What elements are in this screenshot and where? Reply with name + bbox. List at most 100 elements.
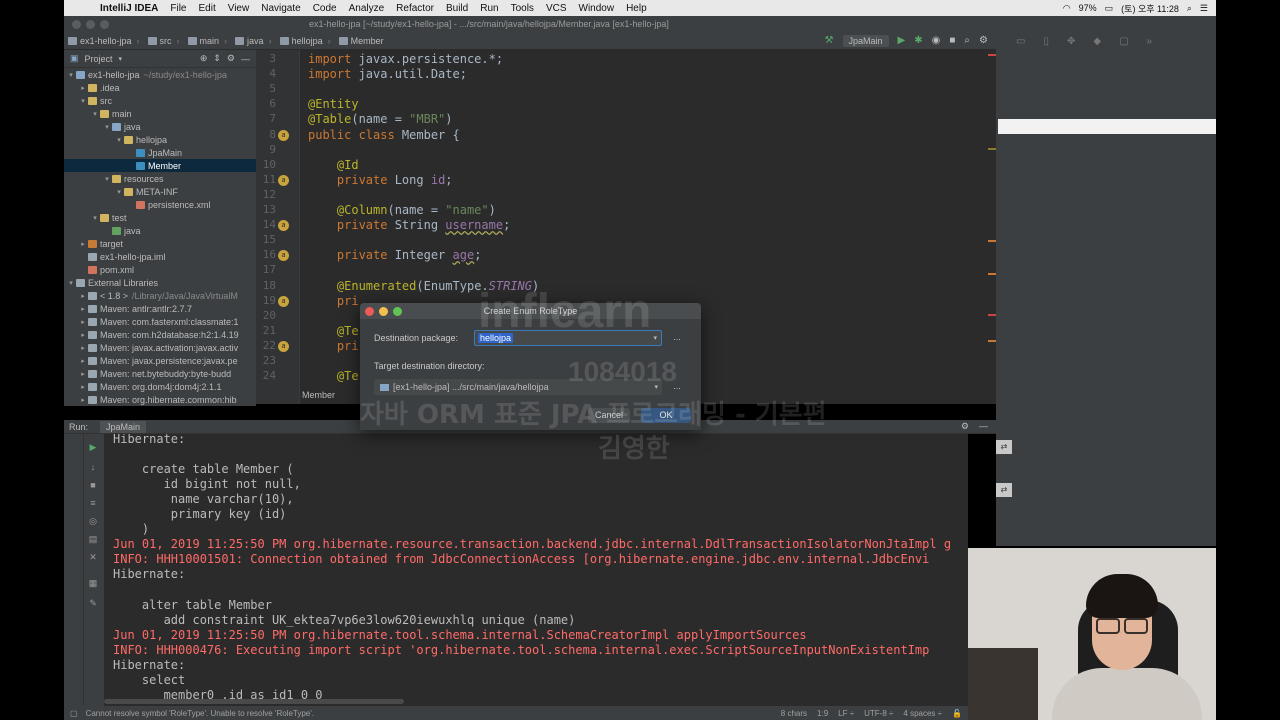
tree-item[interactable]: ex1-hello-jpa.iml — [64, 250, 256, 263]
code-line[interactable]: import java.util.Date; — [308, 67, 467, 81]
console-horizontal-scrollbar[interactable] — [104, 699, 404, 704]
breadcrumb-java[interactable]: java › — [231, 36, 276, 46]
chevron-down-icon[interactable]: ▾ — [654, 383, 662, 391]
editor-breadcrumb-class[interactable]: Member — [296, 390, 341, 404]
caret-position[interactable]: 1:9 — [817, 709, 828, 718]
chevron-right-icon[interactable]: ▸ — [78, 370, 88, 378]
code-line[interactable]: pri — [308, 339, 359, 353]
search-everywhere-icon[interactable]: ⌕ — [964, 35, 970, 46]
collapse-icon[interactable]: ⇕ — [213, 53, 221, 64]
tree-item[interactable]: Member — [64, 159, 256, 172]
cursor-icon[interactable]: ✥ — [1067, 36, 1075, 47]
menu-app-name[interactable]: IntelliJ IDEA — [94, 3, 164, 14]
wifi-icon[interactable]: ◠ — [1063, 3, 1071, 14]
chevron-right-icon[interactable]: ▸ — [78, 396, 88, 404]
code-line[interactable]: private Integer age; — [308, 248, 482, 262]
lock-icon[interactable]: 🔓 — [952, 709, 962, 718]
menu-code[interactable]: Code — [307, 3, 343, 14]
menu-view[interactable]: View — [222, 3, 256, 14]
chevron-down-icon[interactable]: ▾ — [653, 334, 661, 342]
close-window-button[interactable] — [72, 19, 81, 29]
breadcrumb-project[interactable]: ex1-hello-jpa › — [64, 36, 144, 46]
hide-panel-icon[interactable]: — — [241, 54, 256, 64]
menu-file[interactable]: File — [164, 3, 192, 14]
chevron-down-icon[interactable]: ▾ — [90, 110, 100, 118]
error-marker[interactable] — [988, 314, 996, 316]
frame-icon[interactable]: ▢ — [1119, 36, 1128, 47]
scroll-down-icon[interactable]: ↓ — [88, 462, 98, 472]
breadcrumb-src[interactable]: src › — [144, 36, 184, 46]
chevron-down-icon[interactable]: ▾ — [66, 279, 76, 287]
window-icon[interactable]: ▭ — [1016, 36, 1025, 47]
warning-marker[interactable] — [988, 148, 996, 150]
panel-toggle-icon[interactable]: ▢ — [70, 709, 78, 718]
run-tab-jpamain[interactable]: JpaMain — [100, 420, 147, 433]
browse-directory-button[interactable]: ... — [670, 381, 684, 393]
more-icon[interactable]: » — [1147, 36, 1153, 47]
line-separator[interactable]: LF ÷ — [838, 709, 854, 718]
tree-item[interactable]: java — [64, 224, 256, 237]
panel-settings-icon[interactable]: ⚙ — [227, 53, 235, 64]
code-line[interactable]: @Id — [308, 158, 359, 172]
chevron-down-icon[interactable]: ▾ — [102, 175, 112, 183]
locate-icon[interactable]: ⊕ — [200, 53, 208, 64]
chevron-down-icon[interactable]: ▾ — [78, 97, 88, 105]
code-line[interactable]: private Long id; — [308, 173, 453, 187]
menu-analyze[interactable]: Analyze — [343, 3, 391, 14]
menu-window[interactable]: Window — [573, 3, 621, 14]
indent-setting[interactable]: 4 spaces ÷ — [903, 709, 942, 718]
cancel-button[interactable]: Cancel — [588, 408, 630, 423]
code-line[interactable]: @Column(name = "name") — [308, 203, 496, 217]
tree-item[interactable]: ▾ main — [64, 107, 256, 120]
chevron-right-icon[interactable]: ▸ — [78, 318, 88, 326]
breadcrumb-class[interactable]: Member — [335, 36, 388, 46]
code-line[interactable]: @Te — [308, 369, 359, 383]
print-icon[interactable]: ▤ — [88, 534, 98, 544]
side-button-1[interactable]: ⇄ — [996, 440, 1012, 454]
camera-icon[interactable]: ◎ — [88, 516, 98, 526]
gutter-annotation-icon[interactable]: a — [278, 295, 289, 307]
target-directory-select[interactable]: [ex1-hello-jpa] .../src/main/java/helloj… — [374, 379, 662, 395]
file-encoding[interactable]: UTF-8 ÷ — [864, 709, 893, 718]
search-icon[interactable]: ⌕ — [1187, 3, 1192, 14]
coverage-icon[interactable]: ◉ — [932, 35, 941, 46]
run-config-select[interactable]: JpaMain — [842, 34, 889, 47]
warning-marker[interactable] — [988, 273, 996, 275]
tree-item[interactable]: ▾ hellojpa — [64, 133, 256, 146]
gear-icon[interactable]: ⚙ — [961, 421, 969, 432]
pin-icon[interactable]: ✎ — [88, 598, 98, 608]
tree-item[interactable]: ▸ .idea — [64, 81, 256, 94]
tree-item[interactable]: ▸ Maven: org.hibernate.common:hib — [64, 393, 256, 406]
error-marker[interactable] — [988, 54, 996, 56]
trash-icon[interactable]: ✕ — [88, 552, 98, 562]
gutter-annotation-icon[interactable]: a — [278, 129, 289, 141]
chevron-right-icon[interactable]: ▸ — [78, 84, 88, 92]
code-line[interactable]: @Enumerated(EnumType.STRING) — [308, 279, 539, 293]
chevron-right-icon[interactable]: ▸ — [78, 240, 88, 248]
gutter-annotation-icon[interactable]: a — [278, 340, 289, 352]
clock[interactable]: (토) 오후 11:28 — [1121, 2, 1179, 15]
code-line[interactable]: @Te — [308, 324, 359, 338]
tree-item[interactable]: JpaMain — [64, 146, 256, 159]
chevron-down-icon[interactable]: ▾ — [102, 123, 112, 131]
chevron-right-icon[interactable]: ▸ — [78, 331, 88, 339]
chevron-right-icon[interactable]: ▸ — [78, 305, 88, 313]
tree-item[interactable]: ▾ java — [64, 120, 256, 133]
code-line[interactable]: public class Member { — [308, 128, 460, 142]
tree-item[interactable]: ▾ test — [64, 211, 256, 224]
editor-scrollbar[interactable] — [988, 50, 996, 404]
side-button-2[interactable]: ⇄ — [996, 483, 1012, 497]
tree-item[interactable]: ▾ src — [64, 94, 256, 107]
menu-run[interactable]: Run — [474, 3, 504, 14]
chevron-right-icon[interactable]: ▸ — [78, 357, 88, 365]
tree-item[interactable]: pom.xml — [64, 263, 256, 276]
settings-icon[interactable]: ⚙ — [979, 35, 988, 46]
chevron-right-icon[interactable]: ▸ — [78, 292, 88, 300]
browse-package-button[interactable]: ... — [670, 332, 684, 344]
run-icon[interactable]: ▶ — [898, 35, 906, 46]
minimize-window-button[interactable] — [86, 19, 95, 29]
menu-list-icon[interactable]: ☰ — [1200, 3, 1208, 14]
tree-item[interactable]: ▸ target — [64, 237, 256, 250]
menu-build[interactable]: Build — [440, 3, 474, 14]
chevron-down-icon[interactable]: ▾ — [119, 55, 123, 63]
